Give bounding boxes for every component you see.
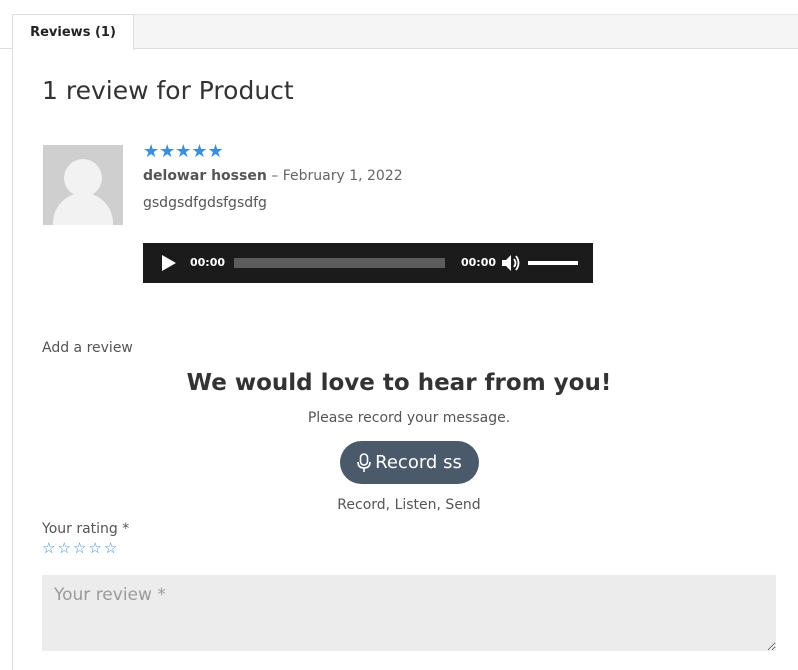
feedback-heading: We would love to hear from you! — [186, 370, 612, 396]
review-star-rating: ★★★★★ — [143, 141, 224, 162]
rating-star-2[interactable]: ☆ — [57, 540, 70, 557]
review-date: February 1, 2022 — [282, 168, 403, 184]
tabs-filler — [134, 14, 798, 48]
avatar-head — [64, 159, 102, 197]
rating-star-1[interactable]: ☆ — [42, 540, 55, 557]
microphone-icon — [357, 452, 371, 472]
review-meta: delowar hossen – February 1, 2022 — [143, 168, 403, 184]
record-message: Please record your message. — [307, 410, 511, 426]
rating-star-5[interactable]: ☆ — [104, 540, 117, 557]
review-text: gsdgsdfgdsfgsdfg — [143, 195, 267, 211]
audio-duration: 00:00 — [461, 256, 497, 269]
audio-current-time: 00:00 — [190, 256, 226, 269]
add-review-title: Add a review — [42, 340, 133, 356]
play-icon[interactable] — [162, 255, 176, 271]
rating-label: Your rating * — [42, 521, 130, 537]
tabs-bar: Reviews (1) — [0, 14, 798, 50]
review-textarea[interactable] — [42, 575, 776, 651]
audio-player: 00:00 00:00 — [143, 243, 593, 283]
rating-stars: ☆ ☆ ☆ ☆ ☆ — [42, 540, 117, 557]
avatar — [43, 145, 123, 225]
review-author: delowar hossen — [143, 168, 267, 184]
volume-icon[interactable] — [501, 254, 521, 272]
avatar-body — [53, 193, 113, 225]
volume-slider[interactable] — [528, 261, 578, 265]
record-button[interactable]: Record ss — [340, 441, 479, 484]
record-hint: Record, Listen, Send — [337, 497, 481, 513]
rating-star-3[interactable]: ☆ — [73, 540, 86, 557]
record-button-label: Record ss — [375, 452, 462, 473]
reviews-title: 1 review for Product — [42, 76, 294, 105]
rating-star-4[interactable]: ☆ — [88, 540, 101, 557]
review-meta-separator: – — [266, 168, 283, 184]
tab-reviews[interactable]: Reviews (1) — [12, 14, 134, 50]
audio-progress-bar[interactable] — [234, 258, 445, 268]
